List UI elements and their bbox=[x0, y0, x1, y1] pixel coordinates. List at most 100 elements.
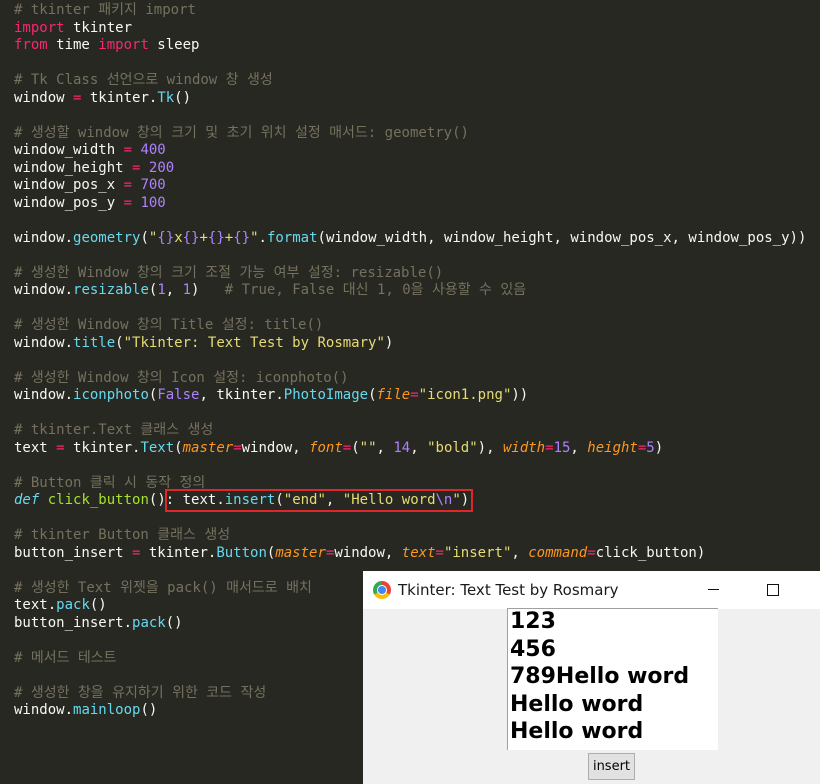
code-token: iconphoto bbox=[73, 387, 149, 403]
code-token: master bbox=[182, 439, 234, 456]
maximize-icon[interactable] bbox=[767, 584, 779, 596]
code-token: pack bbox=[132, 614, 166, 631]
code-line: # tkinter.Text 클래스 생성 bbox=[14, 422, 213, 440]
code-token: font bbox=[309, 439, 343, 456]
code-token: # tkinter 패키지 import bbox=[14, 2, 196, 18]
code-token: # 생성한 Window 창의 Icon 설정: iconphoto() bbox=[14, 369, 349, 386]
code-token: pack bbox=[56, 597, 90, 613]
code-token: Button bbox=[216, 544, 267, 561]
code-token: click_button) bbox=[595, 544, 706, 561]
code-line: window_pos_y = 100 bbox=[14, 195, 166, 213]
code-line: # 생성한 Text 위젯을 pack() 매서드로 배치 bbox=[14, 580, 312, 598]
code-token: Tk bbox=[157, 89, 175, 106]
app-icon bbox=[373, 581, 391, 599]
code-token: False bbox=[157, 387, 200, 403]
code-token: "Tkinter: Text Test by Rosmary" bbox=[123, 334, 385, 351]
code-token: , bbox=[376, 439, 394, 456]
code-token: master bbox=[275, 544, 326, 561]
code-line: window_height = 200 bbox=[14, 160, 174, 178]
window-titlebar[interactable]: Tkinter: Text Test by Rosmary bbox=[363, 571, 820, 609]
code-token: tkinter. bbox=[64, 439, 141, 456]
code-token: (window_width, window_height, window_pos… bbox=[317, 229, 807, 246]
code-token: "bold" bbox=[427, 439, 478, 456]
code-token: ) bbox=[384, 334, 394, 351]
code-line: window.title("Tkinter: Text Test by Rosm… bbox=[14, 335, 393, 353]
code-token: "icon1.png" bbox=[418, 387, 512, 403]
code-token: window, bbox=[241, 439, 310, 456]
code-token: 100 bbox=[140, 194, 166, 211]
code-token: ( bbox=[368, 387, 377, 403]
code-token: "" bbox=[359, 439, 377, 456]
code-line: window = tkinter.Tk() bbox=[14, 90, 191, 108]
code-token: () bbox=[174, 89, 192, 106]
code-line: # 생성한 창을 유지하기 위한 코드 작성 bbox=[14, 685, 266, 703]
code-token: = bbox=[545, 439, 554, 456]
code-token: # True, False 대신 1, 0을 사용할 수 있음 bbox=[224, 282, 527, 298]
code-line: # Tk Class 선언으로 window 창 생성 bbox=[14, 72, 273, 90]
insert-button[interactable]: insert bbox=[588, 753, 635, 780]
code-token: # 생성할 window 창의 크기 및 초기 위치 설정 매서드: geome… bbox=[14, 124, 469, 141]
code-token: ) bbox=[654, 439, 664, 456]
code-token: 700 bbox=[140, 177, 166, 193]
code-token: () bbox=[140, 702, 158, 718]
code-token: window bbox=[14, 89, 74, 106]
code-token: ( bbox=[174, 439, 183, 456]
code-token: # 생성한 Window 창의 크기 조절 가능 여부 설정: resizabl… bbox=[14, 264, 444, 281]
code-token: def bbox=[14, 492, 40, 508]
code-token: 15 bbox=[553, 439, 571, 456]
code-token: window, bbox=[334, 544, 402, 561]
code-token: 14 bbox=[393, 439, 411, 456]
code-line: window_pos_x = 700 bbox=[14, 177, 166, 195]
code-line: window.mainloop() bbox=[14, 702, 157, 720]
text-widget[interactable]: 123 456 789Hello word Hello word Hello w… bbox=[507, 608, 718, 750]
code-token: x bbox=[174, 229, 183, 246]
code-token: {} bbox=[233, 229, 251, 246]
code-token: sleep bbox=[148, 37, 200, 53]
code-line: # 메서드 테스트 bbox=[14, 650, 117, 668]
code-token: 1 bbox=[182, 282, 192, 298]
code-line: text.pack() bbox=[14, 597, 107, 615]
code-token: = bbox=[56, 439, 65, 456]
code-token: window. bbox=[14, 282, 74, 298]
code-line: import tkinter bbox=[14, 20, 132, 38]
code-token: ), bbox=[477, 439, 503, 456]
code-token: window. bbox=[14, 334, 74, 351]
code-token: Text bbox=[140, 439, 175, 456]
code-token: {} bbox=[207, 229, 225, 246]
code-token: command bbox=[528, 544, 588, 561]
code-token: time bbox=[47, 37, 99, 53]
code-token: ( bbox=[115, 334, 124, 351]
code-token: + bbox=[224, 229, 234, 246]
code-token: button_insert bbox=[14, 544, 133, 561]
code-token: height bbox=[587, 439, 638, 456]
code-token: "insert" bbox=[443, 544, 512, 561]
code-token: , bbox=[410, 439, 428, 456]
code-token: = bbox=[410, 387, 419, 403]
code-line: # 생성한 Window 창의 크기 조절 가능 여부 설정: resizabl… bbox=[14, 265, 443, 283]
code-token: # 생성한 Text 위젯을 pack() 매서드로 배치 bbox=[14, 579, 312, 596]
code-token: geometry bbox=[73, 229, 141, 246]
code-token: import bbox=[14, 19, 65, 36]
minimize-icon[interactable] bbox=[708, 589, 719, 590]
code-line: window.geometry("{}x{}+{}+{}".format(win… bbox=[14, 230, 806, 248]
code-token: = bbox=[435, 544, 444, 561]
code-token: ( bbox=[140, 229, 149, 246]
code-token: from bbox=[14, 37, 48, 53]
code-token: text. bbox=[14, 597, 57, 613]
code-token: ( bbox=[351, 439, 360, 456]
text-line: 456 bbox=[510, 636, 556, 662]
text-line: 123 bbox=[510, 609, 556, 634]
code-token: click_button bbox=[47, 492, 149, 508]
code-token: {} bbox=[182, 229, 200, 246]
code-token: # Tk Class 선언으로 window 창 생성 bbox=[14, 72, 273, 88]
code-line: window.resizable(1, 1) # True, False 대신 … bbox=[14, 282, 526, 300]
code-line: text = tkinter.Text(master=window, font=… bbox=[14, 440, 663, 458]
code-token: format bbox=[266, 229, 318, 246]
text-line: Hello word bbox=[510, 719, 644, 744]
code-line: button_insert = tkinter.Button(master=wi… bbox=[14, 545, 705, 563]
tkinter-window[interactable]: Tkinter: Text Test by Rosmary 123 456 78… bbox=[363, 571, 820, 784]
code-token: = bbox=[123, 194, 133, 211]
code-token: = bbox=[342, 439, 352, 456]
code-token: , bbox=[511, 544, 529, 561]
